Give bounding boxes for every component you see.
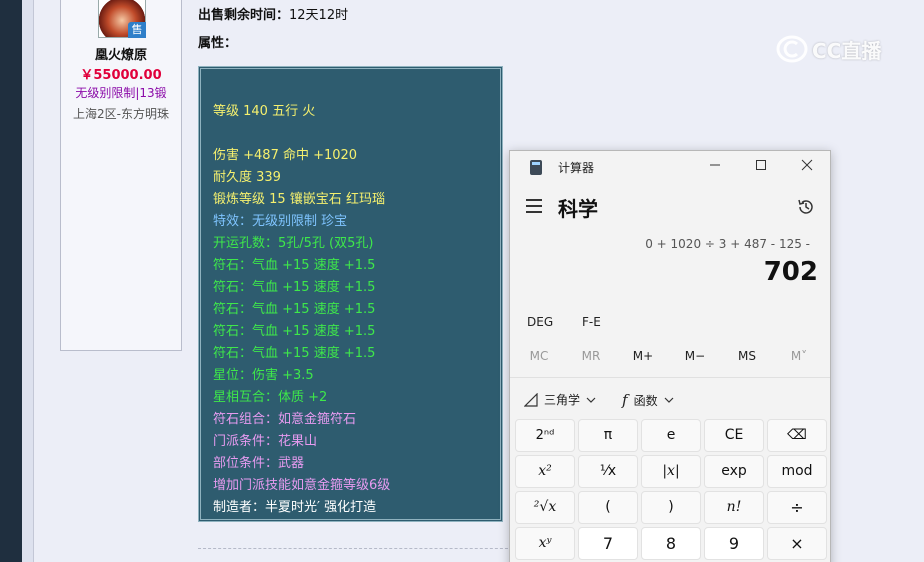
open-paren-key[interactable]: ( <box>578 491 638 524</box>
seller-server: 上海2区-东方明珠 <box>73 107 169 121</box>
attributes-label: 属性： <box>198 36 238 51</box>
maximize-button[interactable] <box>749 155 773 179</box>
seller-avatar[interactable]: 售 <box>98 0 146 38</box>
time-left-value: 12天12时 <box>289 8 349 23</box>
fe-toggle-button[interactable]: F-E <box>582 315 601 329</box>
time-left-label: 出售剩余时间： <box>198 8 290 23</box>
memory-divider <box>510 377 830 378</box>
watermark-text: CC直播 <box>812 38 882 63</box>
clear-entry-key[interactable]: CE <box>704 419 764 452</box>
exp-key[interactable]: exp <box>704 455 764 488</box>
memory-list-button[interactable]: M˅ <box>775 349 823 363</box>
item-line: 开运孔数：5孔/5孔 (双5孔) <box>213 236 374 251</box>
item-line: 门派条件：花果山 <box>213 434 318 449</box>
item-line: 特效：无级别限制 珍宝 <box>213 214 348 229</box>
multiply-key[interactable]: × <box>767 527 827 560</box>
sale-tag-badge: 售 <box>128 22 146 38</box>
pi-key[interactable]: π <box>578 419 638 452</box>
function-f-icon: f <box>622 391 628 409</box>
power-key[interactable]: xʸ <box>515 527 575 560</box>
triangle-icon <box>524 392 538 407</box>
square-root-key[interactable]: ²√x <box>515 491 575 524</box>
function-row: 三角学 f 函数 <box>510 387 830 413</box>
seller-name[interactable]: 凰火燎原 <box>61 44 181 63</box>
seller-price: ￥55000.00 <box>80 68 162 83</box>
square-key[interactable]: x² <box>515 455 575 488</box>
digit-8-key[interactable]: 8 <box>641 527 701 560</box>
calculator-title: 计算器 <box>558 161 595 175</box>
item-line: 符石：气血 +15 速度 +1.5 <box>213 280 376 295</box>
mod-key[interactable]: mod <box>767 455 827 488</box>
backspace-key[interactable]: ⌫ <box>767 419 827 452</box>
section-divider <box>198 548 518 549</box>
item-line: 部位条件：武器 <box>213 456 305 471</box>
reciprocal-key[interactable]: ¹⁄x <box>578 455 638 488</box>
close-button[interactable] <box>795 155 819 179</box>
calculator-mode-title: 科学 <box>558 197 598 221</box>
item-line: 符石组合：如意金箍符石 <box>213 412 357 427</box>
divide-key[interactable]: ÷ <box>767 491 827 524</box>
item-line: 等级 140 五行 火 <box>213 104 316 119</box>
calculator-window: 计算器 科学 0 + 1020 ÷ 3 + 487 - 125 - 702 DE… <box>509 150 831 562</box>
digit-9-key[interactable]: 9 <box>704 527 764 560</box>
item-line: 符石：气血 +15 速度 +1.5 <box>213 258 376 273</box>
menu-hamburger-icon[interactable] <box>526 199 542 213</box>
maximize-icon <box>756 160 766 170</box>
item-line: 星位：伤害 +3.5 <box>213 368 314 383</box>
item-line: 符石：气血 +15 速度 +1.5 <box>213 346 376 361</box>
item-properties-box: 等级 140 五行 火 伤害 +487 命中 +1020 耐久度 339 锻炼等… <box>198 66 503 522</box>
minimize-button[interactable] <box>703 155 727 179</box>
item-line: 星相互合：体质 +2 <box>213 390 328 405</box>
function-label: 函数 <box>633 393 658 408</box>
item-line: 增加门派技能如意金箍等级6级 <box>213 478 391 493</box>
close-icon <box>801 159 813 171</box>
digit-7-key[interactable]: 7 <box>578 527 638 560</box>
minimize-icon <box>710 164 720 166</box>
trigonometry-label: 三角学 <box>544 393 581 407</box>
euler-key[interactable]: e <box>641 419 701 452</box>
calculator-header: 科学 <box>510 187 830 227</box>
item-line: 耐久度 339 <box>213 170 281 185</box>
calculator-titlebar[interactable]: 计算器 <box>510 151 830 183</box>
memory-clear-button[interactable]: MC <box>515 349 563 363</box>
item-line: 锻炼等级 15 镶嵌宝石 红玛瑙 <box>213 192 385 207</box>
calculator-result: 702 <box>763 257 818 287</box>
cc-logo-icon <box>776 35 808 63</box>
left-edge-strip <box>0 0 22 562</box>
item-line: 伤害 +487 命中 +1020 <box>213 148 358 163</box>
factorial-key[interactable]: n! <box>704 491 764 524</box>
item-line: 制造者：半夏时光′ 强化打造 <box>213 500 377 515</box>
memory-add-button[interactable]: M+ <box>619 349 667 363</box>
close-paren-key[interactable]: ) <box>641 491 701 524</box>
cc-live-watermark: CC直播 <box>776 32 896 66</box>
function-dropdown[interactable]: f 函数 <box>622 391 674 409</box>
left-edge-scrollbar[interactable] <box>22 0 34 562</box>
memory-subtract-button[interactable]: M− <box>671 349 719 363</box>
chevron-down-icon <box>664 397 674 403</box>
item-line: 符石：气血 +15 速度 +1.5 <box>213 302 376 317</box>
calculator-expression: 0 + 1020 ÷ 3 + 487 - 125 - <box>645 237 810 251</box>
seller-level: 无级别限制|13锻 <box>75 86 167 100</box>
chevron-down-icon <box>586 397 596 403</box>
memory-recall-button[interactable]: MR <box>567 349 615 363</box>
seller-card: 售 凰火燎原 ￥55000.00 无级别限制|13锻 上海2区-东方明珠 <box>60 0 182 351</box>
deg-toggle-button[interactable]: DEG <box>527 315 553 329</box>
memory-row: MC MR M+ M− MS M˅ <box>510 345 830 369</box>
attributes-heading: 属性： <box>198 32 237 51</box>
angle-mode-row: DEG F-E <box>510 311 830 335</box>
absolute-value-key[interactable]: |x| <box>641 455 701 488</box>
time-left-line: 出售剩余时间：12天12时 <box>198 4 348 23</box>
trigonometry-dropdown[interactable]: 三角学 <box>524 391 596 408</box>
second-function-key[interactable]: 2ⁿᵈ <box>515 419 575 452</box>
item-line: 符石：气血 +15 速度 +1.5 <box>213 324 376 339</box>
calculator-app-icon <box>530 160 542 175</box>
history-icon[interactable] <box>796 197 816 217</box>
memory-store-button[interactable]: MS <box>723 349 771 363</box>
